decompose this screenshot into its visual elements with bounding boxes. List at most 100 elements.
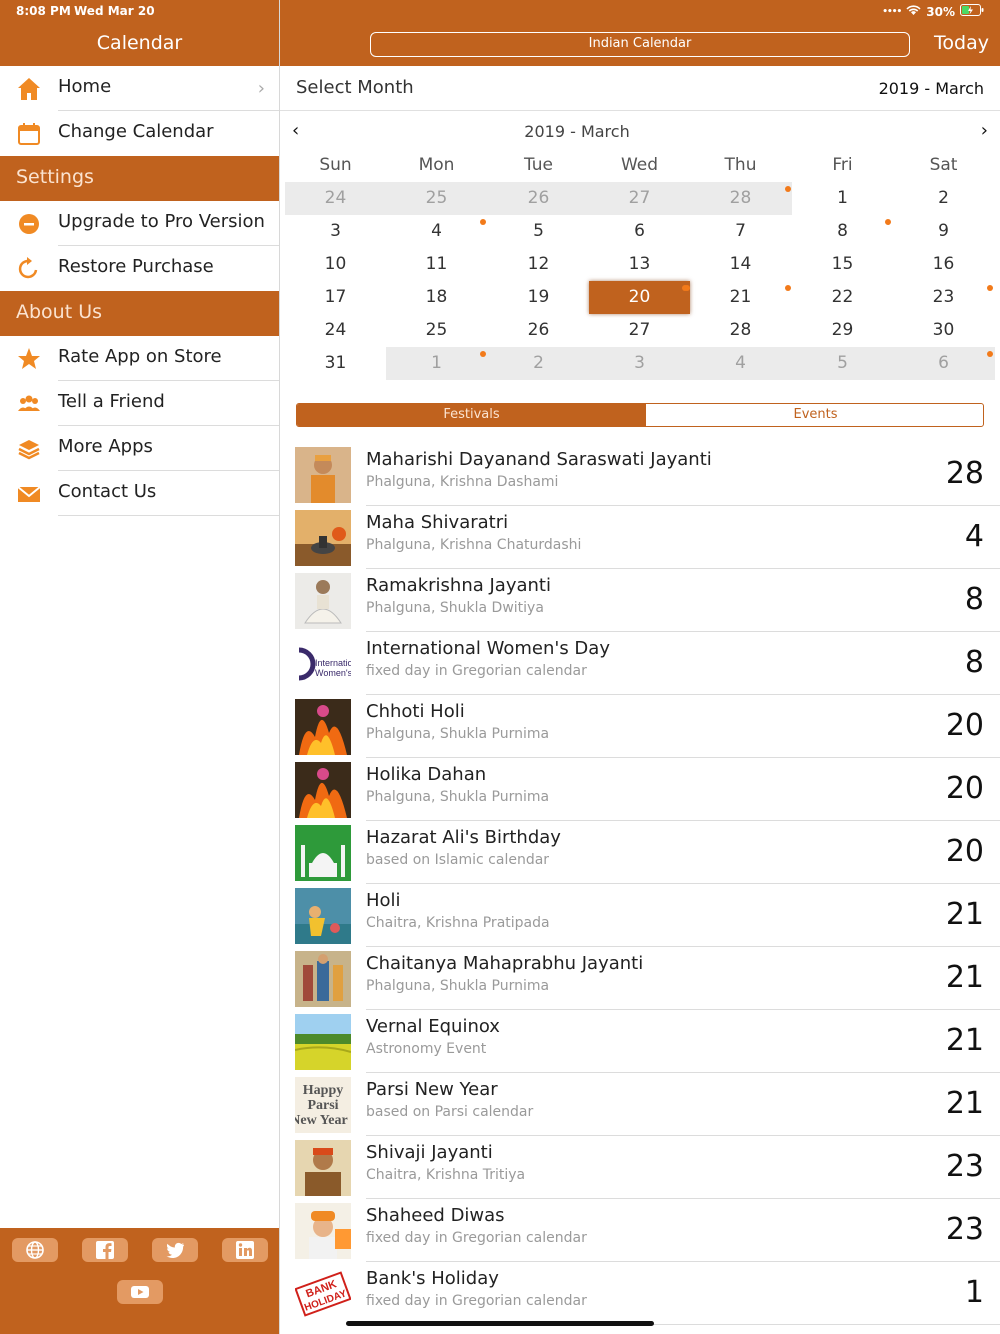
sidebar: 8:08 PM Wed Mar 20 Calendar Home › Chang… xyxy=(0,0,279,1334)
calendar-day[interactable]: 6 xyxy=(589,215,690,248)
sidebar-header: 8:08 PM Wed Mar 20 Calendar xyxy=(0,0,279,66)
calendar-day[interactable]: 12 xyxy=(488,248,589,281)
weekday-label: Fri xyxy=(832,155,853,175)
people-icon xyxy=(16,391,42,417)
calendar-day[interactable]: 22 xyxy=(792,281,893,314)
calendar-day[interactable]: 31 xyxy=(285,347,386,380)
menu-item-home[interactable]: Home › xyxy=(0,66,279,111)
festival-row[interactable]: Vernal Equinox Astronomy Event 21 xyxy=(280,1010,1000,1073)
calendar-day[interactable]: 28 xyxy=(690,314,791,347)
festival-subtitle: Phalguna, Krishna Chaturdashi xyxy=(366,537,582,553)
globe-icon[interactable] xyxy=(12,1238,58,1262)
calendar-day[interactable]: 14 xyxy=(690,248,791,281)
festival-row[interactable]: Holi Chaitra, Krishna Pratipada 21 xyxy=(280,884,1000,947)
calendar-day[interactable]: 17 xyxy=(285,281,386,314)
calendar-day[interactable]: 19 xyxy=(488,281,589,314)
svg-text:Internatio: Internatio xyxy=(315,658,351,668)
menu-item-change-calendar[interactable]: Change Calendar xyxy=(0,111,279,156)
festival-name: International Women's Day xyxy=(366,638,610,659)
calendar-day[interactable]: 25 xyxy=(386,314,487,347)
facebook-icon[interactable] xyxy=(82,1238,128,1262)
calendar-day[interactable]: 2 xyxy=(488,347,589,380)
calendar-day[interactable]: 11 xyxy=(386,248,487,281)
festival-subtitle: Phalguna, Shukla Purnima xyxy=(366,789,550,805)
festival-thumbnail xyxy=(295,825,351,881)
festival-thumbnail xyxy=(295,888,351,944)
festival-row[interactable]: Ramakrishna Jayanti Phalguna, Shukla Dwit… xyxy=(280,569,1000,632)
social-footer xyxy=(0,1228,279,1334)
calendar-day[interactable]: 27 xyxy=(589,314,690,347)
festival-day: 21 xyxy=(945,1086,984,1121)
calendar-day[interactable]: 3 xyxy=(285,215,386,248)
calendar-type-button[interactable]: Indian Calendar xyxy=(370,32,910,57)
festival-row[interactable]: BANK HOLIDAY Bank's Holiday fixed day in Gr… xyxy=(280,1262,1000,1325)
calendar-day[interactable]: 13 xyxy=(589,248,690,281)
calendar-day[interactable]: 27 xyxy=(589,182,690,215)
calendar-day[interactable]: 9 xyxy=(893,215,994,248)
calendar-day[interactable]: 29 xyxy=(792,314,893,347)
select-month-row[interactable]: Select Month 2019 - March xyxy=(280,66,1000,111)
calendar-day[interactable]: 25 xyxy=(386,182,487,215)
calendar-day[interactable]: 4 xyxy=(690,347,791,380)
festival-row[interactable]: Shivaji Jayanti Chaitra, Krishna Tritiya 2… xyxy=(280,1136,1000,1199)
mail-icon xyxy=(16,481,42,507)
calendar-day[interactable]: 18 xyxy=(386,281,487,314)
calendar-day[interactable]: 21 xyxy=(690,281,791,314)
menu-item-contact-us[interactable]: Contact Us xyxy=(0,471,279,516)
calendar-day[interactable]: 6 xyxy=(893,347,994,380)
tab-festivals[interactable]: Festivals xyxy=(297,404,646,426)
calendar-day[interactable]: 8 xyxy=(792,215,893,248)
menu-item-label: Home xyxy=(58,76,112,97)
calendar-day[interactable]: 26 xyxy=(488,182,589,215)
festival-row[interactable]: Hazarat Ali's Birthday based on Islamic c… xyxy=(280,821,1000,884)
calendar-day[interactable]: 4 xyxy=(386,215,487,248)
calendar-day[interactable]: 20 xyxy=(589,281,690,314)
event-dot xyxy=(682,285,688,291)
festival-row[interactable]: Maha Shivaratri Phalguna, Krishna Chaturd… xyxy=(280,506,1000,569)
event-dot xyxy=(885,219,891,225)
menu-item-rate-app[interactable]: Rate App on Store xyxy=(0,336,279,381)
festival-row[interactable]: Chhoti Holi Phalguna, Shukla Purnima 20 xyxy=(280,695,1000,758)
calendar-day[interactable]: 2 xyxy=(893,182,994,215)
festival-name: Holi xyxy=(366,890,401,911)
calendar-day[interactable]: 1 xyxy=(386,347,487,380)
calendar-day[interactable]: 28 xyxy=(690,182,791,215)
home-icon xyxy=(16,76,42,102)
calendar-day[interactable]: 26 xyxy=(488,314,589,347)
festival-row[interactable]: Holika Dahan Phalguna, Shukla Purnima 20 xyxy=(280,758,1000,821)
calendar-day[interactable]: 3 xyxy=(589,347,690,380)
calendar-icon xyxy=(16,121,42,147)
menu-item-more-apps[interactable]: More Apps xyxy=(0,426,279,471)
menu-item-restore-purchase[interactable]: Restore Purchase xyxy=(0,246,279,291)
festival-row[interactable]: Maharishi Dayanand Saraswati Jayanti Phal… xyxy=(280,443,1000,506)
festival-row[interactable]: InternatioWomen's D International Women's… xyxy=(280,632,1000,695)
festival-row[interactable]: Chaitanya Mahaprabhu Jayanti Phalguna, Sh… xyxy=(280,947,1000,1010)
tab-events[interactable]: Events xyxy=(646,404,983,426)
today-button[interactable]: Today xyxy=(934,32,989,54)
calendar-day[interactable]: 5 xyxy=(792,347,893,380)
calendar-day[interactable]: 24 xyxy=(285,182,386,215)
weekday-label: Sun xyxy=(319,155,352,175)
menu-item-tell-friend[interactable]: Tell a Friend xyxy=(0,381,279,426)
calendar-day[interactable]: 7 xyxy=(690,215,791,248)
menu-item-upgrade-pro[interactable]: Upgrade to Pro Version xyxy=(0,201,279,246)
calendar-day[interactable]: 1 xyxy=(792,182,893,215)
festival-subtitle: Phalguna, Krishna Dashami xyxy=(366,474,559,490)
chevron-right-icon[interactable]: › xyxy=(981,120,988,141)
calendar-day[interactable]: 24 xyxy=(285,314,386,347)
youtube-icon[interactable] xyxy=(117,1280,163,1304)
calendar-day[interactable]: 16 xyxy=(893,248,994,281)
calendar-day[interactable]: 5 xyxy=(488,215,589,248)
festival-row[interactable]: Happy Parsi New Year Parsi New Year based on… xyxy=(280,1073,1000,1136)
calendar-day[interactable]: 23 xyxy=(893,281,994,314)
festival-day: 23 xyxy=(945,1212,984,1247)
weekday-label: Sat xyxy=(929,155,958,175)
calendar-day[interactable]: 10 xyxy=(285,248,386,281)
section-settings: Settings xyxy=(0,156,279,201)
calendar-day[interactable]: 30 xyxy=(893,314,994,347)
svg-text:Women's D: Women's D xyxy=(315,668,351,678)
linkedin-icon[interactable] xyxy=(222,1238,268,1262)
calendar-day[interactable]: 15 xyxy=(792,248,893,281)
twitter-icon[interactable] xyxy=(152,1238,198,1262)
festival-row[interactable]: Shaheed Diwas fixed day in Gregorian cale… xyxy=(280,1199,1000,1262)
